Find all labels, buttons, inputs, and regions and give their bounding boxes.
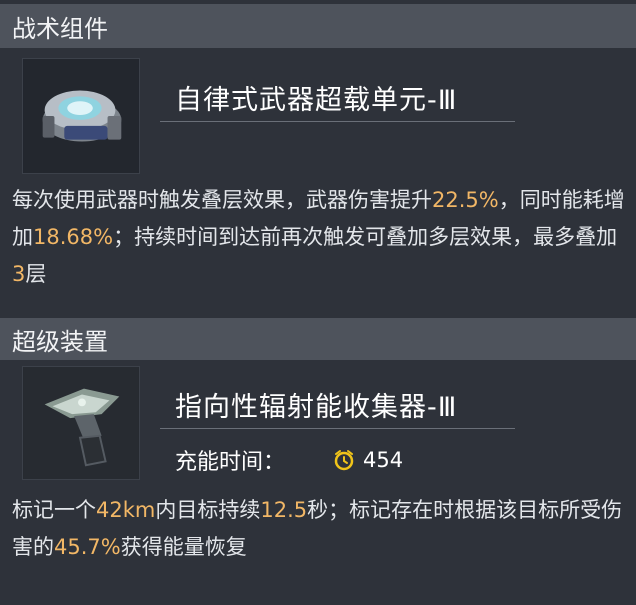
super-device-description: 标记一个42km内目标持续12.5秒；标记存在时根据该目标所受伤害的45.7%获… bbox=[12, 492, 627, 566]
desc-text: 每次使用武器时触发叠层效果，武器伤害提升 bbox=[12, 188, 432, 212]
desc-text: 内目标持续 bbox=[155, 498, 261, 522]
super-device-item-name: 指向性辐射能收集器-Ⅲ bbox=[175, 392, 458, 423]
charge-time-row: 充能时间： 454 bbox=[175, 444, 403, 476]
desc-text: 层 bbox=[25, 262, 47, 286]
super-device-section-title: 超级装置 bbox=[12, 327, 108, 356]
charge-time-label: 充能时间： bbox=[175, 450, 286, 475]
tactical-divider bbox=[160, 121, 515, 122]
tactical-item-name: 自律式武器超载单元-Ⅲ bbox=[175, 85, 458, 116]
energy-cost-value: 18.68% bbox=[33, 225, 114, 249]
super-device-divider bbox=[160, 428, 515, 429]
desc-text: ；持续时间到达前再次触发可叠加多层效果，最多叠加 bbox=[113, 225, 618, 249]
max-stacks-value: 3 bbox=[12, 262, 26, 286]
mark-duration-value: 12.5 bbox=[260, 498, 308, 522]
damage-boost-value: 22.5% bbox=[432, 188, 499, 212]
super-device-section-header: 超级装置 bbox=[0, 318, 636, 360]
desc-text: 标记一个 bbox=[12, 498, 96, 522]
clock-icon bbox=[333, 449, 355, 471]
overload-unit-icon[interactable] bbox=[22, 58, 140, 174]
tactical-description: 每次使用武器时触发叠层效果，武器伤害提升22.5%，同时能耗增加18.68%；持… bbox=[12, 182, 627, 293]
radiation-collector-icon[interactable] bbox=[22, 366, 140, 480]
tactical-section-header: 战术组件 bbox=[0, 4, 636, 48]
tactical-section-title: 战术组件 bbox=[12, 14, 108, 43]
energy-recovery-value: 45.7% bbox=[54, 535, 121, 559]
charge-time-value: 454 bbox=[363, 448, 404, 472]
desc-text: 获得能量恢复 bbox=[120, 535, 247, 559]
mark-range-value: 42km bbox=[96, 498, 156, 522]
